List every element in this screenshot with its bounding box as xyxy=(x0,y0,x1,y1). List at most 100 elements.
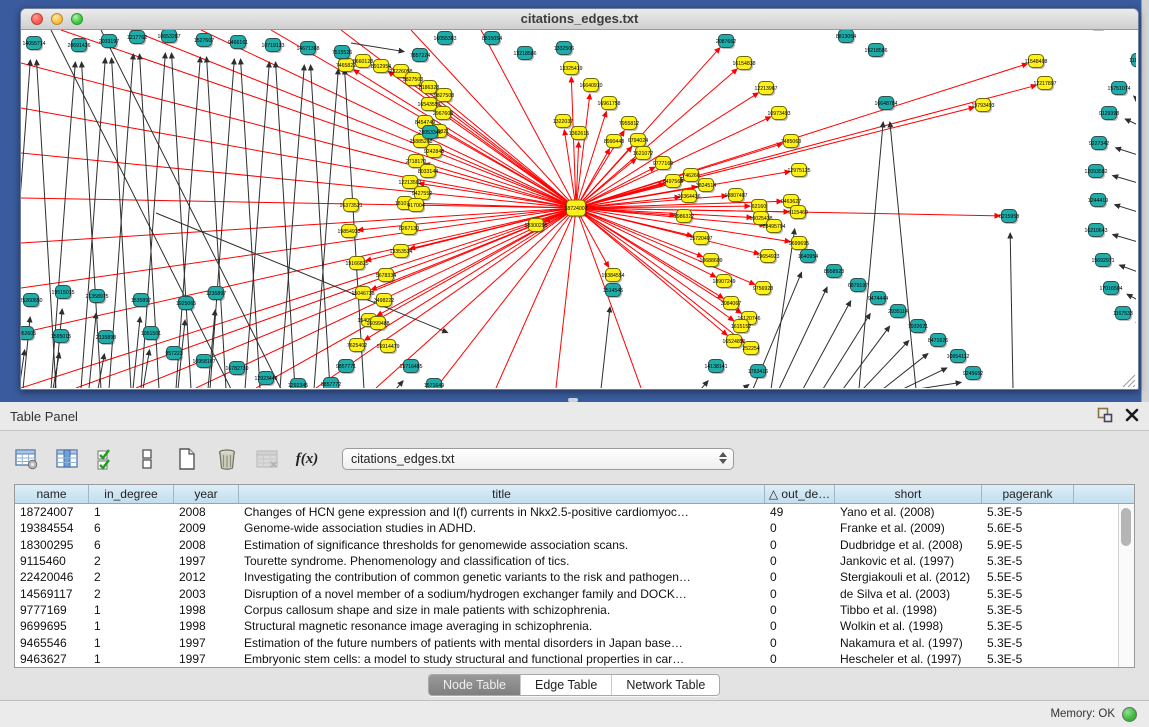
table-row[interactable]: 969969511998Structural magnetic resonanc… xyxy=(15,618,1134,634)
graph-node-label: 18907249 xyxy=(712,279,735,285)
cell-pagerank: 5.6E-5 xyxy=(982,521,1074,535)
table-panel-header: Table Panel xyxy=(0,402,1149,431)
graph-node-label: 1244419 xyxy=(1088,198,1108,204)
cell-pagerank: 5.5E-5 xyxy=(982,570,1074,584)
function-icon-label: f(x) xyxy=(296,451,319,468)
graph-node-label: 15720407 xyxy=(689,236,712,242)
graph-node-label: 1783416 xyxy=(748,369,768,375)
table-row[interactable]: 1938455462009Genome-wide association stu… xyxy=(15,520,1134,536)
table-row[interactable]: 946554611997Estimation of the future num… xyxy=(15,634,1134,650)
column-header-out_degree[interactable]: △ out_de… xyxy=(765,485,835,503)
cell-short: Stergiakouli et al. (2012) xyxy=(835,570,982,584)
cell-in_degree: 6 xyxy=(89,538,174,552)
cell-in_degree: 6 xyxy=(89,521,174,535)
graph-node-label: 62160 xyxy=(752,204,767,210)
graph-node-label: 28495794 xyxy=(762,224,785,230)
cell-name: 9777169 xyxy=(15,603,89,617)
table-selector-value: citations_edges.txt xyxy=(351,452,455,466)
graph-node-label: 3824514 xyxy=(696,183,716,189)
cell-in_degree: 1 xyxy=(89,603,174,617)
memory-status-label: Memory: OK xyxy=(1050,708,1115,720)
column-header-title[interactable]: title xyxy=(239,485,765,503)
row-height-icon[interactable] xyxy=(134,446,160,472)
graph-node-label: 8267130 xyxy=(399,226,419,232)
window-title: citations_edges.txt xyxy=(21,11,1138,26)
graph-node-label: 6879197 xyxy=(848,283,868,289)
graph-node-label: 9227342 xyxy=(1089,141,1109,147)
cell-title: Structural magnetic resonance image aver… xyxy=(239,619,765,633)
cell-year: 1997 xyxy=(174,652,239,666)
cell-in_degree: 1 xyxy=(89,652,174,666)
network-window-titlebar[interactable]: citations_edges.txt xyxy=(21,9,1138,30)
graph-node-label: 1235897 xyxy=(206,291,226,297)
table-selector-dropdown[interactable]: citations_edges.txt xyxy=(342,448,734,470)
table-row[interactable]: 1456911722003Disruption of a novel membe… xyxy=(15,585,1134,601)
graph-node-label: 19793493 xyxy=(971,103,994,109)
column-header-pagerank[interactable]: pagerank xyxy=(982,485,1074,503)
graph-node-label: 9857772 xyxy=(321,382,341,388)
table-row[interactable]: 911546021997Tourette syndrome. Phenomeno… xyxy=(15,553,1134,569)
window-resize-grip[interactable] xyxy=(1123,375,1135,387)
table-row[interactable]: 1872400712008Changes of HCN gene express… xyxy=(15,504,1134,520)
cell-in_degree: 2 xyxy=(89,554,174,568)
graph-node-label: 3084067 xyxy=(721,301,741,307)
cell-pagerank: 5.3E-5 xyxy=(982,587,1074,601)
graph-node-label: 1571649 xyxy=(424,383,444,388)
tab-edge-table[interactable]: Edge Table xyxy=(521,675,612,695)
new-document-icon[interactable] xyxy=(174,446,200,472)
graph-node-label: 9463627 xyxy=(781,199,801,205)
graph-node-label: 19384554 xyxy=(601,273,624,279)
cell-out_degree: 0 xyxy=(765,587,835,601)
cell-out_degree: 0 xyxy=(765,652,835,666)
graph-node-label: 13218586 xyxy=(513,51,536,57)
table-row[interactable]: 1830029562008Estimation of significance … xyxy=(15,537,1134,553)
column-header-name[interactable]: name xyxy=(15,485,89,503)
graph-node-label: 20364436 xyxy=(677,194,700,200)
graph-node-label: 8813054 xyxy=(836,34,856,40)
graph-node-label: 1112541 xyxy=(1129,58,1136,64)
column-header-short[interactable]: short xyxy=(835,485,982,503)
table-panel-title: Table Panel xyxy=(10,409,78,424)
cell-name: 18724007 xyxy=(15,505,89,519)
graph-node-label: 10654112 xyxy=(947,354,970,360)
table-row[interactable]: 2242004622012Investigating the contribut… xyxy=(15,569,1134,585)
trash-icon[interactable] xyxy=(214,446,240,472)
graph-node-label: 1167533 xyxy=(1113,311,1133,317)
column-header-year[interactable]: year xyxy=(174,485,239,503)
table-header-row: namein_degreeyeartitle△ out_de…shortpage… xyxy=(15,485,1134,504)
graph-node-label: 1514545 xyxy=(603,288,623,294)
cell-title: Embryonic stem cells: a model to study s… xyxy=(239,652,765,666)
graph-node-label: 8815054 xyxy=(482,36,502,42)
citation-network-graph[interactable]: 7465822866012889129542322605898275038186… xyxy=(21,30,1136,388)
function-icon[interactable]: f(x) xyxy=(294,446,320,472)
cell-name: 9465546 xyxy=(15,636,89,650)
graph-node-label: 1362615 xyxy=(569,131,589,137)
graph-node-label: 19854933 xyxy=(337,229,360,235)
graph-node-label: 5678334 xyxy=(376,273,396,279)
graph-node-label: 8215958 xyxy=(999,214,1019,220)
select-column-icon[interactable] xyxy=(54,446,80,472)
tab-node-table[interactable]: Node Table xyxy=(429,675,521,695)
float-panel-icon[interactable] xyxy=(1097,407,1113,423)
graph-node-label: 9827503 xyxy=(403,77,423,83)
table-settings-icon[interactable] xyxy=(14,446,40,472)
table-row[interactable]: 977716911998Corpus callosum shape and si… xyxy=(15,602,1134,618)
scrollbar-thumb[interactable] xyxy=(1121,508,1131,546)
graph-node-label: 16524851 xyxy=(722,339,745,345)
table-row[interactable]: 946362711997Embryonic stem cells: a mode… xyxy=(15,651,1134,667)
network-canvas[interactable]: 7465822866012889129542322605898275038186… xyxy=(21,30,1136,388)
column-header-in_degree[interactable]: in_degree xyxy=(89,485,174,503)
select-rows-icon[interactable] xyxy=(94,446,120,472)
vertical-scrollbar[interactable] xyxy=(1118,504,1134,667)
graph-node-label: 19166825 xyxy=(345,261,368,267)
graph-node-label: 25260650 xyxy=(21,298,43,304)
graph-node-label: 8033144 xyxy=(418,169,438,175)
tab-network-table[interactable]: Network Table xyxy=(612,675,719,695)
cell-title: Tourette syndrome. Phenomenology and cla… xyxy=(239,554,765,568)
graph-node-label: 16099488 xyxy=(366,321,389,327)
graph-node-label: 417004 xyxy=(407,203,424,209)
graph-node-label: 19218586 xyxy=(864,48,887,54)
graph-node-label: 7857224 xyxy=(410,53,430,59)
cell-year: 2009 xyxy=(174,521,239,535)
close-panel-icon[interactable] xyxy=(1125,408,1139,422)
